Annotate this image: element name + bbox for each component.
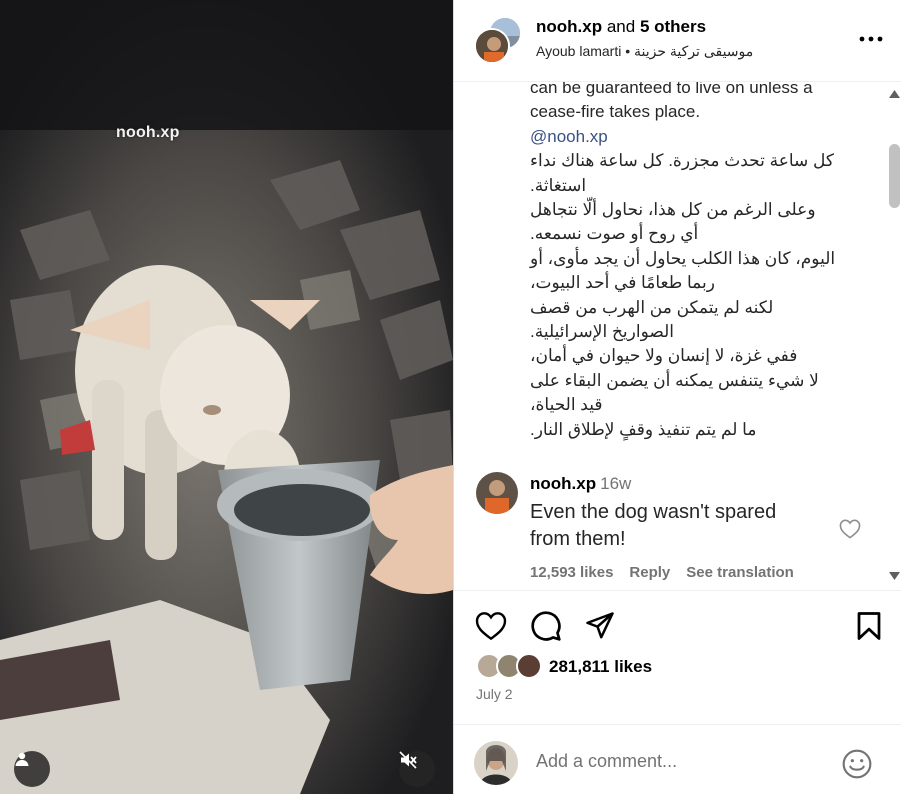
post-video[interactable]: nooh.xp xyxy=(0,0,453,794)
avatar-image xyxy=(476,472,518,514)
mention-link[interactable]: @nooh.xp xyxy=(530,125,862,149)
post-dialog: nooh.xp nooh.xp and 5 others Ayoub lamar… xyxy=(0,0,901,794)
mute-toggle-button[interactable] xyxy=(399,751,435,787)
comment-time[interactable]: 16w xyxy=(600,474,631,493)
avatar-image xyxy=(476,30,508,62)
caption-line: ربما طعامًا في أحد البيوت، xyxy=(530,273,715,293)
caption-line: cease-fire takes place. xyxy=(530,102,701,122)
author-username[interactable]: nooh.xp xyxy=(536,17,602,36)
post-caption: can be guaranteed to live on unless a ce… xyxy=(530,82,862,442)
save-button[interactable] xyxy=(852,609,886,643)
avatar-image xyxy=(474,741,518,785)
comment-bubble-icon xyxy=(531,611,561,641)
bookmark-icon xyxy=(857,612,881,640)
comments-scrollbar[interactable] xyxy=(887,88,901,582)
speaker-muted-icon xyxy=(399,751,417,769)
person-tag-icon xyxy=(15,752,29,766)
separator-dot: • xyxy=(625,43,631,59)
send-icon xyxy=(586,612,614,639)
caption-line: أي روح أو صوت نسمعه. xyxy=(530,224,699,244)
post-side-panel: nooh.xp and 5 others Ayoub lamarti • موس… xyxy=(453,0,901,794)
comment-header: nooh.xp 16w xyxy=(530,474,631,494)
post-actions: 281,811 likes July 2 xyxy=(454,590,901,724)
authors-and-text: and xyxy=(606,17,636,36)
others-link[interactable]: 5 others xyxy=(640,17,706,36)
reply-button[interactable]: Reply xyxy=(629,564,670,581)
comment-meta: 12,593 likes Reply See translation xyxy=(530,564,810,581)
see-translation-button[interactable]: See translation xyxy=(686,564,794,581)
add-comment-input[interactable] xyxy=(536,751,826,772)
add-comment-bar xyxy=(454,724,901,794)
comment-text: Even the dog wasn't spared from them! xyxy=(530,501,777,550)
video-watermark: nooh.xp xyxy=(116,124,180,141)
emoji-icon xyxy=(842,749,872,779)
caption-line: ففي غزة، لا إنسان ولا حيوان في أمان، xyxy=(530,346,798,366)
comment-avatar[interactable] xyxy=(476,472,518,514)
emoji-button[interactable] xyxy=(840,747,874,781)
caption-line: اليوم، كان هذا الكلب يحاول أن يجد مأوى، … xyxy=(530,248,836,268)
caption-line: وعلى الرغم من كل هذا، نحاول ألّا نتجاهل xyxy=(530,200,816,220)
caption-line: ما لم يتم تنفيذ وقفٍ لإطلاق النار. xyxy=(530,419,757,439)
caption-line: لا شيء يتنفس يمكنه أن يضمن البقاء على xyxy=(530,370,819,390)
comments-list[interactable]: can be guaranteed to live on unless a ce… xyxy=(454,82,901,590)
current-user-avatar[interactable] xyxy=(474,741,518,785)
audio-track-link[interactable]: موسيقى تركية حزينة xyxy=(634,43,753,59)
caption-line: استغاثة. xyxy=(530,175,587,195)
tagged-people-button[interactable] xyxy=(14,751,50,787)
caption-line: لكنه لم يتمكن من الهرب من قصف xyxy=(530,297,774,317)
comment-likes-link[interactable]: 12,593 likes xyxy=(530,564,613,581)
post-date[interactable]: July 2 xyxy=(476,686,513,702)
more-options-icon xyxy=(859,36,883,42)
post-authors: nooh.xp and 5 others xyxy=(536,17,706,37)
caption-line: الصواريخ الإسرائيلية. xyxy=(530,322,675,342)
post-header: nooh.xp and 5 others Ayoub lamarti • موس… xyxy=(454,0,901,82)
heart-icon xyxy=(475,612,507,641)
more-options-button[interactable] xyxy=(856,24,886,54)
likes-count[interactable]: 281,811 likes xyxy=(549,657,652,677)
caption-line: can be guaranteed to live on unless a xyxy=(530,82,813,97)
liker-avatar xyxy=(516,653,542,679)
caption-line: كل ساعة تحدث مجزرة. كل ساعة هناك نداء xyxy=(530,151,834,171)
scrollbar-thumb[interactable] xyxy=(889,144,900,208)
caption-line: قيد الحياة، xyxy=(530,395,603,415)
comment-like-button[interactable] xyxy=(839,519,861,544)
share-button[interactable] xyxy=(583,609,617,643)
heart-icon xyxy=(839,519,861,539)
comment-username[interactable]: nooh.xp xyxy=(530,474,596,493)
post-audio-info: Ayoub lamarti • موسيقى تركية حزينة xyxy=(536,43,753,60)
collab-avatars[interactable] xyxy=(474,16,522,64)
audio-user-link[interactable]: Ayoub lamarti xyxy=(536,43,621,59)
like-button[interactable] xyxy=(474,609,508,643)
avatar xyxy=(474,28,510,64)
video-frame-illustration xyxy=(0,0,453,794)
comment-button[interactable] xyxy=(529,609,563,643)
